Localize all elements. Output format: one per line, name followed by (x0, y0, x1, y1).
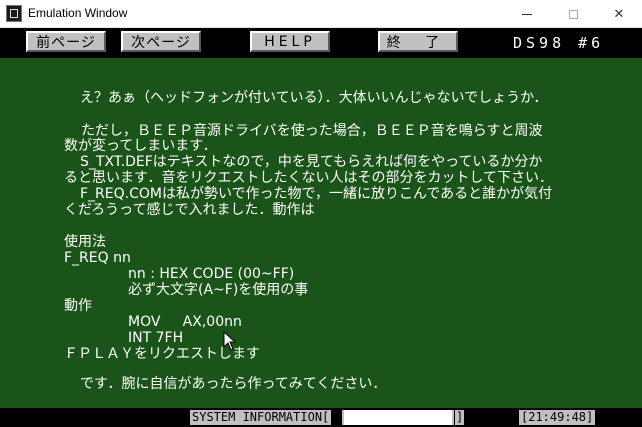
close-icon: ✕ (613, 6, 625, 22)
text-line: 必ず大文字(A~F)を使用の事 (128, 282, 309, 298)
mouse-cursor-icon (223, 331, 237, 351)
text-line: です．腕に自信があったら作ってみてください． (80, 376, 387, 392)
text-line: ると思います．音をリクエストしたくない人はその部分をカットして下さい． (64, 170, 554, 186)
system-information-label: SYSTEM INFORMATION[ (190, 410, 332, 425)
minimize-button[interactable] (504, 0, 550, 28)
disk-label: DS98 #6 (513, 34, 605, 52)
text-line: INT 7FH (128, 330, 184, 346)
close-button[interactable]: ✕ (596, 0, 642, 28)
menu-bar: 前ページ 次ページ HELP 終 了 DS98 #6 (0, 28, 642, 58)
clock: [21:49:48] (519, 410, 596, 425)
text-line: ただし，ＢＥＥＰ音源ドライバを使った場合，ＢＥＥＰ音を鳴らすと周波 (81, 123, 543, 139)
text-line: MOV AX,00nn (128, 314, 242, 330)
text-screen: え？あぁ（ヘッドフォンが付いている）．大体いいんじゃないでしょうか． ただし，Ｂ… (0, 58, 642, 408)
text-line: S_TXT.DEFはテキストなので，中を見てもらえれば何をやっているか分か (80, 154, 543, 170)
text-line: 数が変ってしまいます． (64, 138, 217, 154)
window-title: Emulation Window (28, 6, 128, 20)
text-line: 動作 (64, 298, 92, 314)
text-line: え？あぁ（ヘッドフォンが付いている）．大体いいんじゃないでしょうか． (80, 90, 548, 106)
text-line: くだろうって感じで入れました．動作は (64, 202, 315, 218)
status-bar: SYSTEM INFORMATION[ ] [21:49:48] (0, 408, 642, 427)
system-information-close: ] (455, 410, 465, 425)
maximize-icon (568, 9, 578, 19)
next-page-button[interactable]: 次ページ (121, 31, 201, 52)
prev-page-button[interactable]: 前ページ (26, 31, 106, 52)
text-line: F_REQ nn (64, 250, 131, 266)
app-icon[interactable] (6, 5, 22, 22)
system-information-field (342, 410, 454, 425)
text-line: nn : HEX CODE (00~FF) (128, 266, 295, 282)
text-line: F_REQ.COMは私が勢いで作った物で，一緒に放りこんであると誰かが気付 (80, 186, 553, 202)
title-bar: Emulation Window ✕ (0, 0, 642, 28)
end-button[interactable]: 終 了 (378, 31, 458, 52)
minimize-icon (522, 13, 532, 15)
help-button[interactable]: HELP (250, 31, 330, 52)
text-line: 使用法 (64, 234, 106, 250)
maximize-button[interactable] (550, 0, 596, 28)
